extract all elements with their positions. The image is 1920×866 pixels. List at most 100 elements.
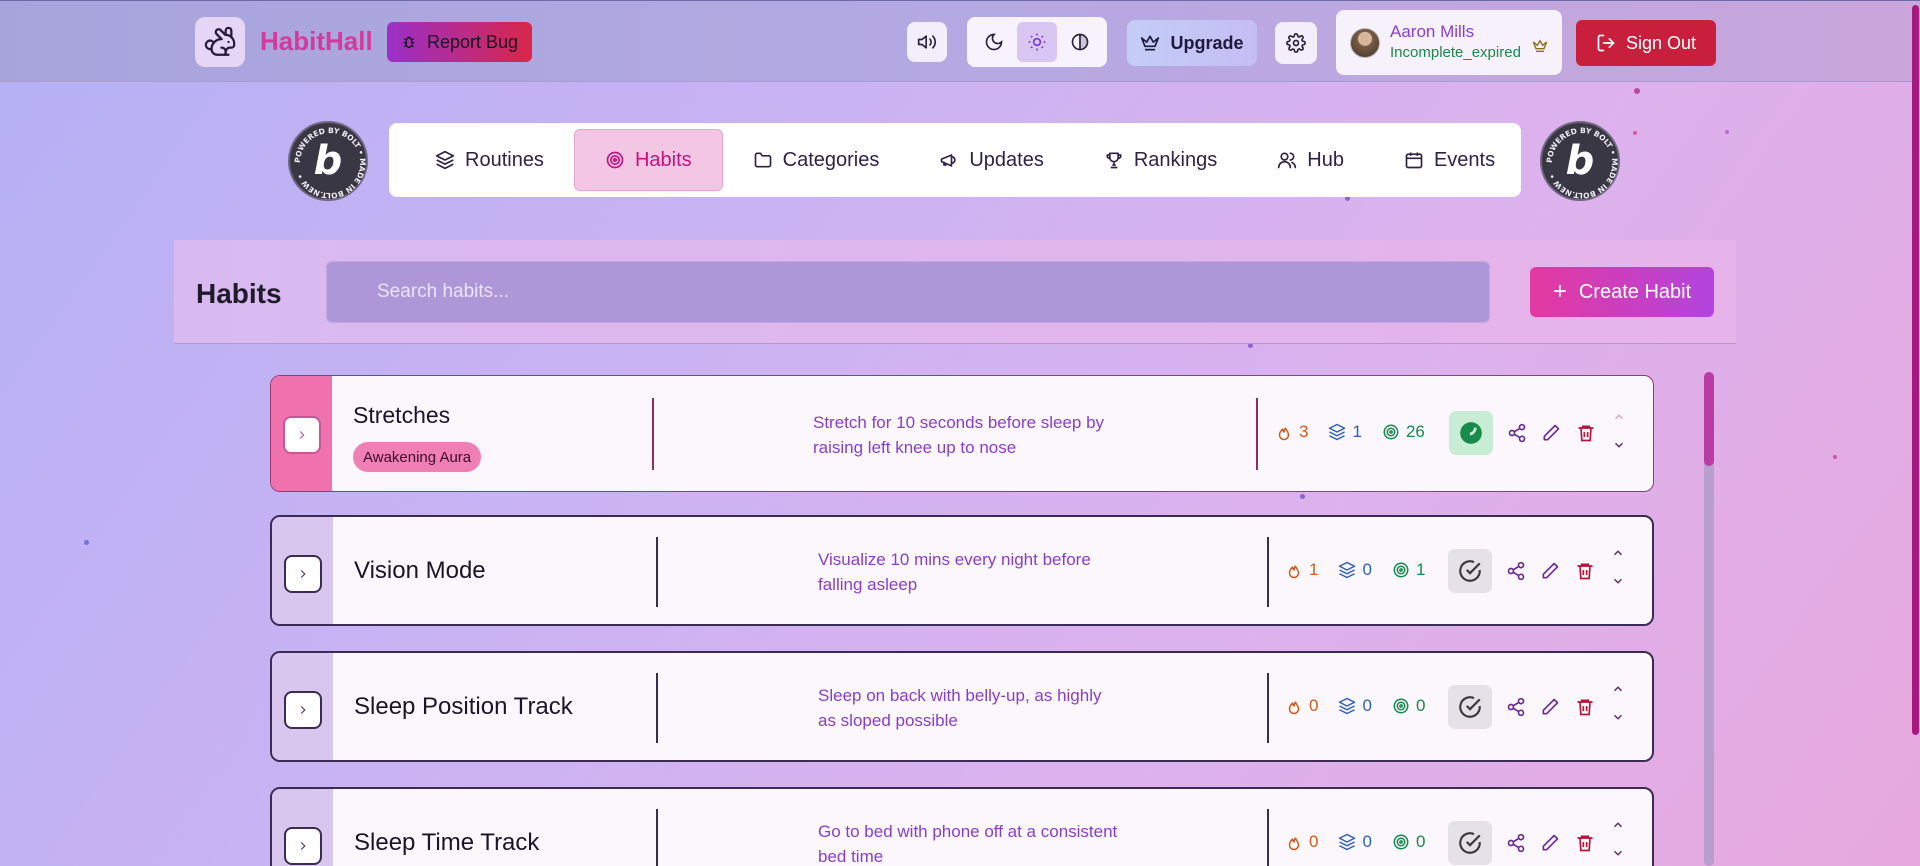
share-button[interactable] bbox=[1505, 421, 1529, 445]
contrast-theme-button[interactable] bbox=[1060, 22, 1100, 62]
habit-name: Stretches bbox=[353, 402, 451, 428]
completions-count: 0 bbox=[1415, 832, 1426, 851]
streak-stat: 1 bbox=[1285, 560, 1318, 580]
nav-item-updates[interactable]: Updates bbox=[909, 129, 1074, 191]
complete-button[interactable] bbox=[1448, 685, 1492, 729]
decor-dot bbox=[1634, 88, 1640, 94]
chevron-down-icon[interactable] bbox=[1610, 846, 1626, 860]
delete-button[interactable] bbox=[1573, 831, 1597, 855]
chevron-down-icon[interactable] bbox=[1610, 574, 1626, 588]
upgrade-button[interactable]: Upgrade bbox=[1127, 20, 1257, 66]
nav-item-routines[interactable]: Routines bbox=[405, 129, 574, 191]
page-scrollbar-thumb[interactable] bbox=[1912, 5, 1919, 735]
users-icon bbox=[1278, 152, 1297, 169]
pencil-icon bbox=[1542, 834, 1559, 851]
delete-button[interactable] bbox=[1574, 421, 1598, 445]
completions-count: 1 bbox=[1415, 560, 1426, 579]
edit-button[interactable] bbox=[1538, 559, 1562, 583]
habit-card[interactable]: Sleep Time Track Go to bed with phone of… bbox=[270, 787, 1654, 866]
nav-item-habits[interactable]: Habits bbox=[573, 129, 723, 191]
layers-icon bbox=[1329, 423, 1346, 441]
delete-button[interactable] bbox=[1573, 695, 1597, 719]
expand-button[interactable] bbox=[283, 416, 321, 454]
nav-item-rankings[interactable]: Rankings bbox=[1074, 129, 1247, 191]
sound-toggle-button[interactable] bbox=[907, 22, 947, 62]
habit-description: Stretch for 10 seconds before sleep by r… bbox=[813, 413, 1105, 457]
app-logo[interactable] bbox=[195, 17, 245, 67]
page-scrollbar[interactable] bbox=[1910, 0, 1920, 866]
edit-button[interactable] bbox=[1539, 421, 1563, 445]
habit-name: Vision Mode bbox=[354, 557, 486, 584]
nav-item-hub[interactable]: Hub bbox=[1247, 129, 1374, 191]
habit-card[interactable]: Sleep Position Track Sleep on back with … bbox=[270, 651, 1654, 762]
brand-name[interactable]: HabitHall bbox=[260, 26, 373, 57]
nav-label: Updates bbox=[969, 148, 1044, 171]
svg-text:POWERED BY BOLT • MADE IN BOLT: POWERED BY BOLT • MADE IN BOLT.NEW • bbox=[1545, 126, 1619, 200]
report-bug-button[interactable]: Report Bug bbox=[387, 22, 532, 62]
layers-icon bbox=[1339, 833, 1356, 851]
check-circle-icon bbox=[1459, 560, 1481, 582]
list-scrollbar-thumb[interactable] bbox=[1704, 372, 1714, 466]
nav-label: Habits bbox=[634, 148, 692, 171]
nav-label: Rankings bbox=[1133, 148, 1218, 171]
edit-button[interactable] bbox=[1538, 695, 1562, 719]
nav-item-events[interactable]: Events bbox=[1374, 129, 1525, 191]
routines-stat: 0 bbox=[1338, 560, 1372, 580]
share-icon bbox=[1507, 697, 1525, 717]
search-input[interactable]: Search habits... bbox=[326, 261, 1490, 323]
nav-label: Routines bbox=[465, 148, 544, 171]
habit-name: Sleep Time Track bbox=[354, 829, 540, 856]
chevron-down-icon[interactable] bbox=[1611, 438, 1627, 452]
chevron-up-icon[interactable] bbox=[1610, 682, 1626, 696]
divider bbox=[1256, 398, 1258, 470]
chevron-up-icon[interactable] bbox=[1611, 410, 1627, 424]
target-icon bbox=[1393, 834, 1409, 850]
dark-theme-button[interactable] bbox=[974, 22, 1014, 62]
create-habit-button[interactable]: + Create Habit bbox=[1530, 267, 1714, 317]
category-tag[interactable]: Awakening Aura bbox=[353, 442, 482, 472]
completions-count: 26 bbox=[1405, 422, 1425, 441]
edit-button[interactable] bbox=[1538, 831, 1562, 855]
bolt-badge-right[interactable]: POWERED BY BOLT • MADE IN BOLT.NEW • b bbox=[1540, 121, 1620, 201]
report-bug-label: Report Bug bbox=[426, 31, 519, 52]
check-circle-icon bbox=[1459, 696, 1481, 718]
layers-icon bbox=[435, 150, 455, 170]
delete-button[interactable] bbox=[1573, 559, 1597, 583]
target-icon bbox=[1393, 562, 1409, 578]
pencil-icon bbox=[1543, 424, 1560, 441]
user-profile[interactable]: Aaron Mills Incomplete_expired bbox=[1336, 10, 1562, 75]
bug-icon bbox=[403, 36, 415, 48]
expand-button[interactable] bbox=[284, 555, 322, 593]
chevron-up-icon[interactable] bbox=[1610, 546, 1626, 560]
decor-dot bbox=[84, 540, 89, 545]
light-theme-button[interactable] bbox=[1016, 22, 1057, 62]
chevron-down-icon[interactable] bbox=[1610, 710, 1626, 724]
reorder-controls bbox=[1608, 546, 1628, 588]
badge-ring-text: POWERED BY BOLT • MADE IN BOLT.NEW • bbox=[1545, 126, 1619, 200]
share-icon bbox=[1508, 423, 1526, 443]
reorder-controls bbox=[1609, 410, 1629, 452]
sign-out-button[interactable]: Sign Out bbox=[1576, 20, 1716, 66]
expand-button[interactable] bbox=[284, 691, 322, 729]
complete-button[interactable] bbox=[1449, 411, 1493, 455]
contrast-icon bbox=[1071, 33, 1088, 51]
expand-button[interactable] bbox=[284, 827, 322, 865]
bolt-badge-left[interactable]: POWERED BY BOLT • MADE IN BOLT.NEW • b bbox=[288, 121, 368, 201]
complete-button[interactable] bbox=[1448, 549, 1492, 593]
share-button[interactable] bbox=[1504, 695, 1528, 719]
settings-button[interactable] bbox=[1275, 22, 1317, 64]
volume-icon bbox=[917, 35, 937, 49]
divider bbox=[1267, 537, 1269, 607]
folder-icon bbox=[754, 152, 771, 168]
share-button[interactable] bbox=[1504, 831, 1528, 855]
share-button[interactable] bbox=[1504, 559, 1528, 583]
check-circle-icon bbox=[1459, 832, 1481, 854]
habit-card[interactable]: Vision Mode Visualize 10 mins every nigh… bbox=[270, 515, 1654, 626]
chevron-up-icon[interactable] bbox=[1610, 818, 1626, 832]
routines-stat: 0 bbox=[1338, 696, 1372, 716]
streak-stat: 0 bbox=[1285, 696, 1318, 716]
complete-button[interactable] bbox=[1448, 821, 1492, 865]
nav-item-categories[interactable]: Categories bbox=[723, 129, 910, 191]
routines-count: 0 bbox=[1362, 560, 1372, 579]
habit-card[interactable]: Stretches Awakening Aura Stretch for 10 … bbox=[270, 375, 1654, 492]
